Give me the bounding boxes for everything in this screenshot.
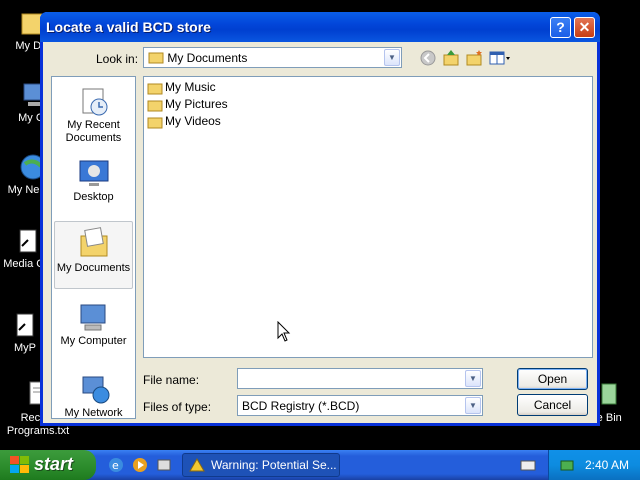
shortcut-icon <box>16 313 34 337</box>
file-name-label: File name: <box>143 373 200 387</box>
files-of-type-label: Files of type: <box>143 400 212 414</box>
my-computer-icon <box>80 304 105 331</box>
file-item-my-videos[interactable]: My Videos <box>147 113 221 129</box>
taskbar-button-label: Warning: Potential Se... <box>211 458 337 472</box>
file-name: My Music <box>165 80 216 94</box>
up-folder-icon[interactable] <box>441 48 461 68</box>
back-icon[interactable] <box>418 48 438 68</box>
folder-icon <box>147 117 163 129</box>
windows-logo-icon <box>10 456 29 473</box>
media-center-icon[interactable] <box>156 457 172 473</box>
close-button[interactable]: ✕ <box>574 17 595 38</box>
taskbar: start e Warning: Potential Se... 2:40 AM <box>0 450 640 480</box>
start-button[interactable]: start <box>0 450 96 480</box>
view-menu-icon[interactable] <box>488 48 512 68</box>
desktop-icon-label: MyP <box>14 342 36 354</box>
internet-explorer-icon[interactable]: e <box>108 457 124 473</box>
locate-bcd-store-dialog: Locate a valid BCD store ? ✕ Look in: My… <box>40 12 600 426</box>
clock[interactable]: 2:40 AM <box>585 458 629 472</box>
place-label: Desktop <box>73 191 114 203</box>
place-my-network[interactable]: My Network <box>54 369 133 419</box>
help-button[interactable]: ? <box>550 17 571 38</box>
cancel-button[interactable]: Cancel <box>517 394 588 416</box>
place-label: My Computer <box>60 335 127 347</box>
place-label: My Recent Documents <box>65 119 122 144</box>
new-folder-icon[interactable] <box>464 48 484 68</box>
taskbar-button-warning[interactable]: Warning: Potential Se... <box>182 453 340 477</box>
files-of-type-select[interactable]: BCD Registry (*.BCD) ▼ <box>237 395 483 416</box>
dialog-title: Locate a valid BCD store <box>46 19 211 35</box>
look-in-value: My Documents <box>167 51 248 65</box>
chevron-down-icon[interactable]: ▼ <box>465 370 481 387</box>
dialog-titlebar[interactable]: Locate a valid BCD store ? ✕ <box>40 12 600 42</box>
my-network-icon <box>82 376 109 404</box>
media-player-icon[interactable] <box>132 457 148 473</box>
files-of-type-value: BCD Registry (*.BCD) <box>242 399 360 413</box>
recent-documents-icon <box>82 88 107 116</box>
chevron-down-icon[interactable]: ▼ <box>384 49 400 66</box>
my-documents-icon <box>80 227 107 257</box>
places-bar: My Recent Documents Desktop My Documents… <box>51 76 136 419</box>
look-in-label: Look in: <box>96 52 139 66</box>
start-label: start <box>34 454 74 474</box>
warning-icon <box>189 458 205 472</box>
look-in-select[interactable]: My Documents ▼ <box>143 47 402 68</box>
desktop-icon <box>79 160 108 186</box>
network-status-icon[interactable] <box>559 457 575 473</box>
folder-icon <box>147 83 163 95</box>
keyboard-icon[interactable] <box>520 459 536 471</box>
place-my-computer[interactable]: My Computer <box>54 297 133 348</box>
chevron-down-icon[interactable]: ▼ <box>465 397 481 414</box>
place-my-recent-documents[interactable]: My Recent Documents <box>54 81 133 145</box>
file-name: My Videos <box>165 114 221 128</box>
system-tray: 2:40 AM <box>548 450 640 480</box>
place-desktop[interactable]: Desktop <box>54 153 133 204</box>
open-button[interactable]: Open <box>517 368 588 390</box>
file-item-my-music[interactable]: My Music <box>147 79 216 95</box>
file-name: My Pictures <box>165 97 228 111</box>
place-my-documents[interactable]: My Documents <box>54 221 133 289</box>
file-list[interactable]: My Music My Pictures My Videos <box>143 76 593 358</box>
file-name-input[interactable]: ▼ <box>237 368 483 389</box>
file-item-my-pictures[interactable]: My Pictures <box>147 96 228 112</box>
folder-icon <box>148 52 164 64</box>
place-label: My Network <box>64 407 123 419</box>
svg-text:e: e <box>112 459 119 472</box>
place-label: My Documents <box>56 262 131 274</box>
mouse-cursor-icon <box>277 321 291 342</box>
folder-icon <box>147 100 163 112</box>
